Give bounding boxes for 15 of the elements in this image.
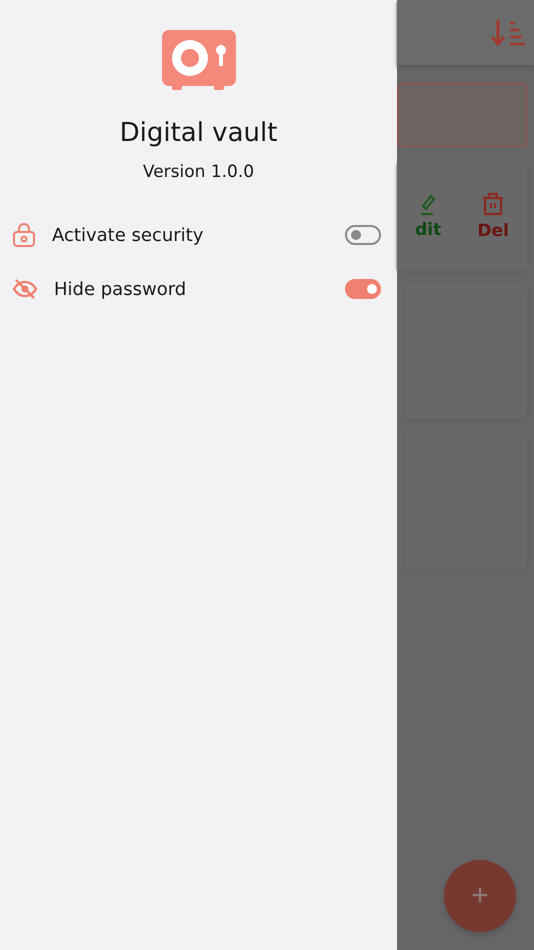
add-button[interactable]: + xyxy=(444,860,516,932)
version-text: Version 1.0.0 xyxy=(142,162,254,182)
safe-icon xyxy=(162,30,236,92)
search-field[interactable] xyxy=(397,83,527,147)
delete-button[interactable]: Del xyxy=(477,191,509,241)
edit-button[interactable]: dit xyxy=(415,192,442,240)
pencil-icon xyxy=(421,192,436,216)
toggle-switch[interactable] xyxy=(345,225,381,245)
toggle-switch[interactable] xyxy=(345,279,381,299)
trash-icon xyxy=(481,191,506,217)
setting-label: Activate security xyxy=(52,224,204,246)
eye-off-icon xyxy=(12,278,38,300)
setting-label: Hide password xyxy=(54,278,188,300)
app-title: Digital vault xyxy=(120,118,278,148)
lock-icon xyxy=(12,222,36,248)
